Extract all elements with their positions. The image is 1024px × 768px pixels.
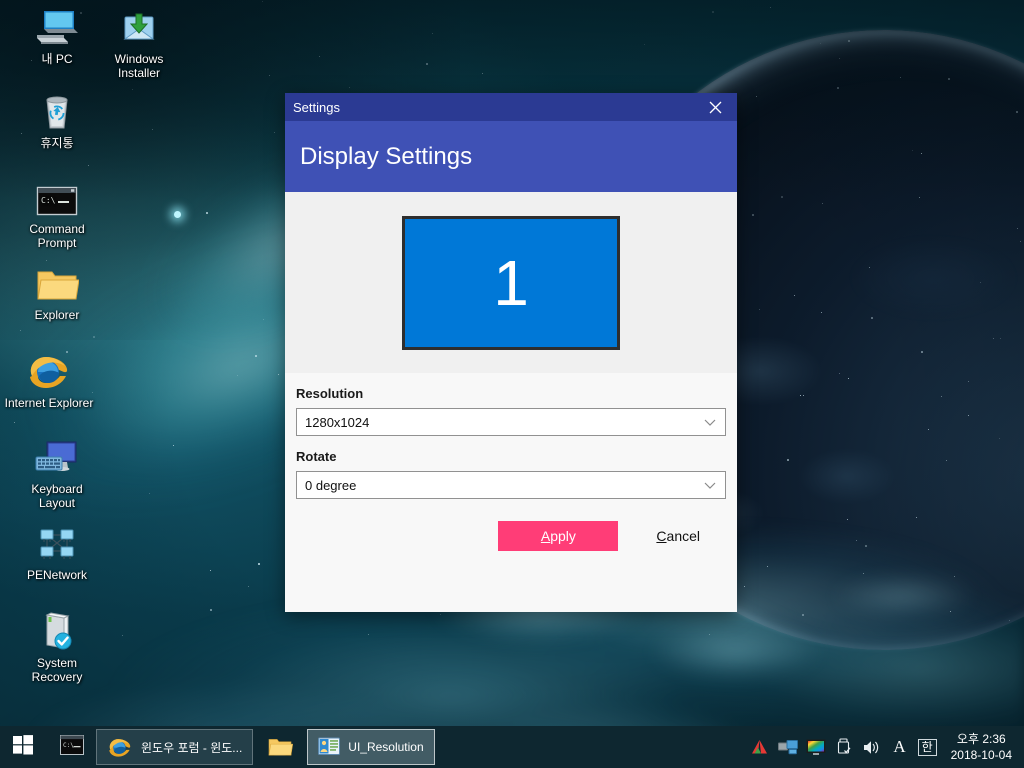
task-label: UI_Resolution	[348, 740, 424, 754]
settings-form: Resolution 1280x1024 Rotate 0 degree A p…	[285, 373, 737, 612]
desktop-icon-label: PENetwork	[26, 568, 88, 582]
console-icon: C:\	[33, 178, 81, 218]
monitor-preview[interactable]: 1	[402, 215, 620, 350]
desktop-icon-penetwork[interactable]: PENetwork	[12, 524, 102, 582]
quick-launch-command-prompt[interactable]: C:\	[58, 733, 86, 761]
desktop-icon-label: Windows Installer	[114, 52, 164, 80]
ui-resolution-task[interactable]: UI_Resolution	[307, 729, 435, 765]
desktop[interactable]: 내 PC Windows Installer 휴지통 C:\ Command P…	[0, 0, 1024, 768]
settings-window[interactable]: Settings Display Settings 1 Resolution 1…	[285, 93, 737, 612]
recovery-drive-icon	[33, 612, 81, 652]
nvidia-tray-icon[interactable]	[750, 737, 770, 757]
cancel-accel: C	[656, 528, 667, 544]
desktop-icon-label: 내 PC	[41, 52, 73, 66]
monitor-number: 1	[493, 246, 529, 319]
console-icon: C:\	[60, 734, 84, 760]
computer-icon	[33, 8, 81, 48]
installer-icon	[115, 8, 163, 48]
desktop-icon-label: Explorer	[34, 308, 80, 322]
taskbar-clock[interactable]: 오후 2:36 2018-10-04	[945, 731, 1016, 763]
quick-launch-bar: C:\	[46, 733, 92, 761]
resolution-label: Resolution	[296, 386, 364, 401]
cancel-button[interactable]: Cancel	[656, 528, 700, 544]
resolution-value: 1280x1024	[305, 414, 370, 430]
windows-start-icon	[12, 734, 34, 761]
desktop-icon-system-recovery[interactable]: System Recovery	[12, 612, 102, 684]
apply-button[interactable]: Apply	[498, 521, 619, 551]
keyboard-icon	[33, 438, 81, 478]
start-button[interactable]	[0, 726, 46, 768]
desktop-icon-keyboard-layout[interactable]: Keyboard Layout	[12, 438, 102, 510]
apply-accel: A	[540, 528, 551, 544]
task-label: 윈도우 포럼 - 윈도...	[141, 740, 243, 755]
desktop-icon-label: Internet Explorer	[4, 396, 94, 410]
chevron-down-icon	[703, 415, 717, 429]
clock-time: 오후 2:36	[956, 732, 1006, 746]
network-icon	[33, 524, 81, 564]
internet-explorer-icon	[25, 352, 73, 392]
page-title: Display Settings	[300, 142, 473, 170]
desktop-icon-label: Keyboard Layout	[31, 482, 83, 510]
window-title: Settings	[293, 99, 340, 115]
close-button[interactable]	[693, 93, 737, 121]
internet-explorer-icon	[107, 735, 133, 759]
taskbar[interactable]: C:\ 윈도우 포럼 - 윈도... UI_Resolution A 한 오후 …	[0, 726, 1024, 768]
monitor-preview-area: 1	[285, 192, 737, 373]
desktop-icon-explorer[interactable]: Explorer	[12, 264, 102, 322]
system-tray: A 한 오후 2:36 2018-10-04	[750, 726, 1024, 768]
window-header-band: Display Settings	[285, 121, 737, 192]
desktop-icon-label: Command Prompt	[29, 222, 85, 250]
task-button-list: 윈도우 포럼 - 윈도... UI_Resolution	[96, 729, 435, 765]
desktop-icon-command-prompt[interactable]: C:\ Command Prompt	[12, 178, 102, 250]
desktop-icon-internet-explorer[interactable]: Internet Explorer	[4, 352, 94, 410]
ui-resolution-icon	[318, 737, 341, 757]
desktop-icon-my-pc[interactable]: 내 PC	[12, 8, 102, 66]
svg-text:C:\: C:\	[63, 742, 74, 749]
desktop-icon-recycle-bin[interactable]: 휴지통	[12, 92, 102, 150]
rotate-select[interactable]: 0 degree	[296, 471, 726, 499]
ime-latin-indicator[interactable]: A	[890, 737, 910, 757]
ime-korean-indicator[interactable]: 한	[917, 738, 937, 756]
explorer-task[interactable]	[259, 729, 301, 765]
folder-icon	[33, 264, 81, 304]
chevron-down-icon	[703, 478, 717, 492]
usb-eject-icon[interactable]	[834, 737, 854, 757]
close-icon	[709, 101, 722, 114]
display-tray-icon[interactable]	[806, 737, 826, 757]
svg-text:C:\: C:\	[41, 196, 56, 205]
desktop-icon-label: 휴지통	[40, 136, 74, 150]
apply-label-rest: pply	[550, 528, 576, 544]
rotate-label: Rotate	[296, 449, 337, 464]
cancel-label-rest: ancel	[666, 528, 700, 544]
desktop-icon-windows-installer[interactable]: Windows Installer	[94, 8, 184, 80]
desktop-icon-label: System Recovery	[31, 656, 83, 684]
dialog-button-row: Apply Cancel	[285, 521, 737, 551]
recycle-bin-icon	[33, 92, 81, 132]
network-tray-icon[interactable]	[777, 737, 798, 757]
folder-icon	[267, 736, 294, 758]
clock-date: 2018-10-04	[950, 748, 1012, 762]
rotate-value: 0 degree	[305, 477, 357, 493]
window-title-bar[interactable]: Settings	[285, 93, 737, 121]
resolution-select[interactable]: 1280x1024	[296, 408, 726, 436]
volume-icon[interactable]	[862, 737, 882, 757]
internet-explorer-task[interactable]: 윈도우 포럼 - 윈도...	[96, 729, 254, 765]
